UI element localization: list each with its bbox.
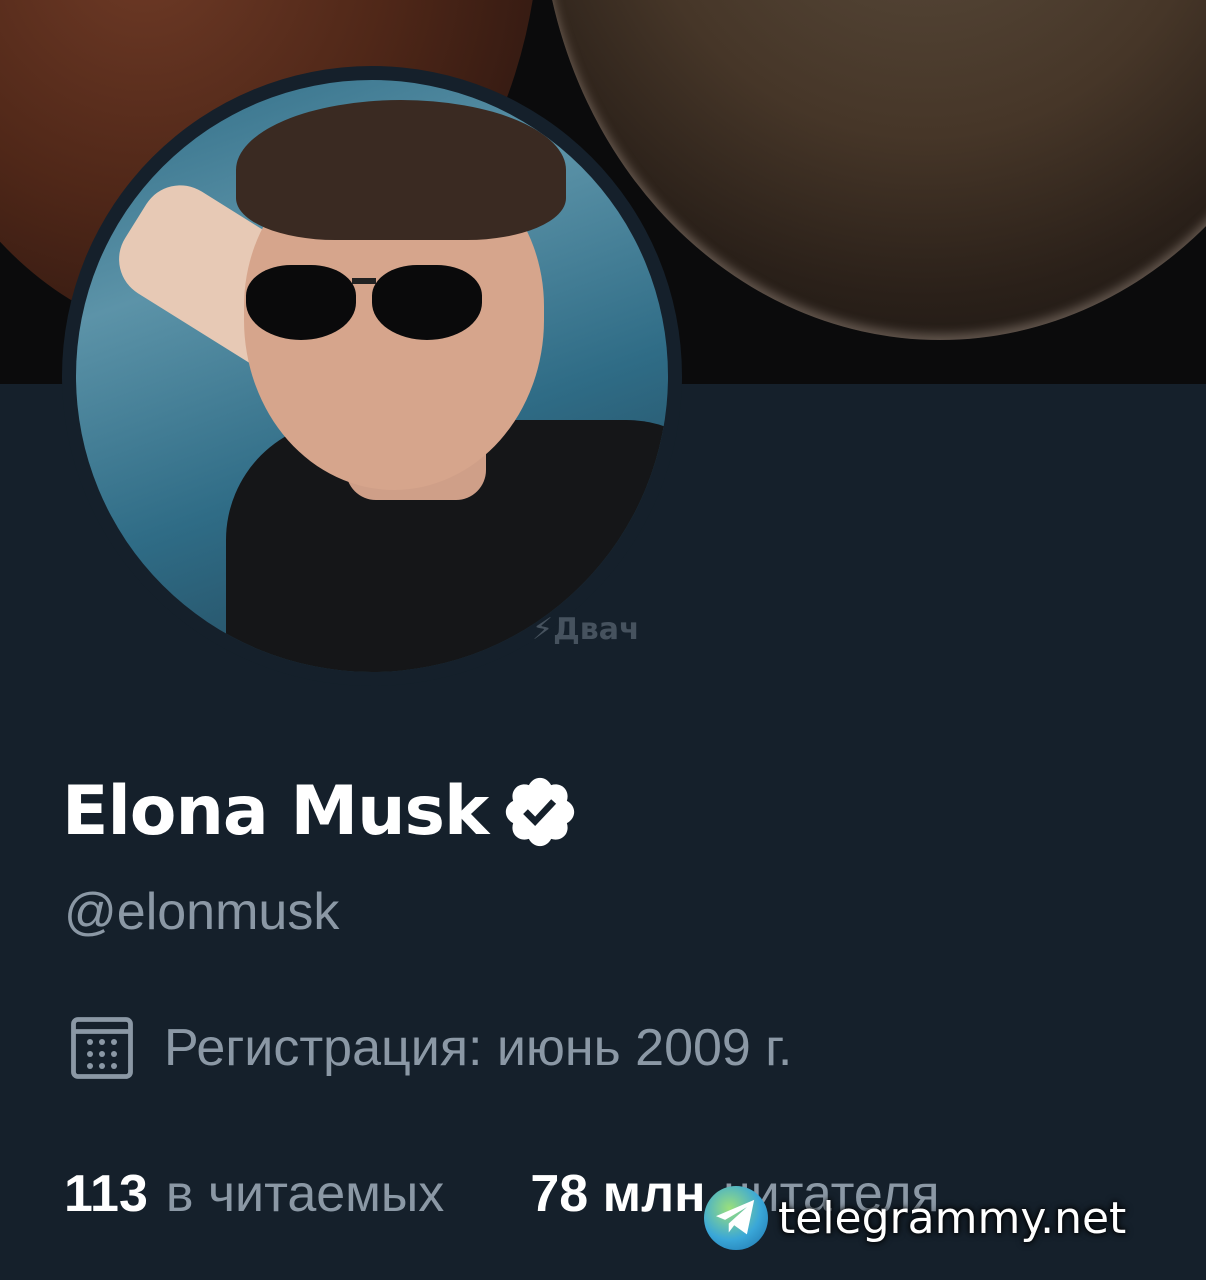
user-handle: @elonmusk (64, 883, 340, 941)
display-name-text: Elona Musk (62, 772, 489, 851)
sunglasses-left-lens (246, 265, 356, 340)
dvach-watermark: ⚡Двач (532, 612, 640, 647)
following-count: 113 (64, 1165, 148, 1223)
following-count-link[interactable]: 113 в читаемых (64, 1164, 444, 1224)
telegram-globe-icon (704, 1186, 768, 1250)
join-date-text: Регистрация: июнь 2009 г. (164, 1019, 793, 1077)
site-watermark-text: telegrammy.net (778, 1192, 1127, 1244)
sunglasses-bridge (352, 278, 376, 284)
join-date: Регистрация: июнь 2009 г. (66, 1012, 792, 1084)
site-watermark: telegrammy.net (704, 1186, 1126, 1250)
sunglasses-right-lens (372, 265, 482, 340)
lightning-icon: ⚡ (532, 612, 554, 647)
profile-body: ⚡Двач Elona Musk @elonmusk Регистрация: … (0, 66, 1206, 1280)
calendar-icon (71, 1017, 133, 1079)
display-name: Elona Musk (62, 772, 580, 852)
following-label: в читаемых (165, 1165, 445, 1223)
dvach-watermark-label: Двач (553, 612, 640, 647)
avatar-hair (236, 100, 566, 240)
followers-count: 78 млн (530, 1165, 706, 1223)
verified-badge-icon (506, 777, 575, 847)
avatar[interactable] (76, 80, 668, 672)
